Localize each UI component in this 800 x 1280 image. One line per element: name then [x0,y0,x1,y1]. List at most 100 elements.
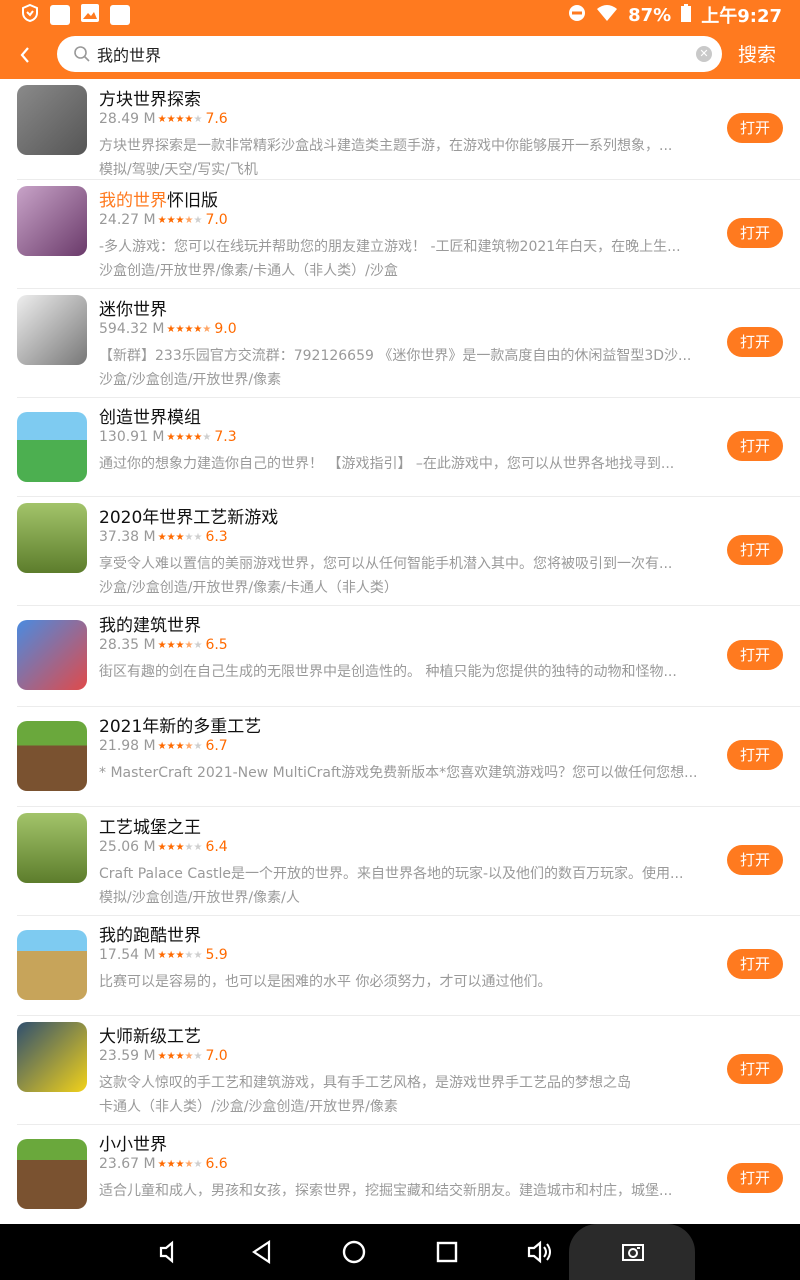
app-description: 这款令人惊叹的手工艺和建筑游戏，具有手工艺风格，是游戏世界手工艺品的梦想之岛 [99,1075,631,1091]
app-icon[interactable] [17,412,87,482]
app-list-item[interactable]: 小小世界 23.67 M ★★★★★ 6.6 适合儿童和成人，男孩和女孩，探索世界，挖掘… [0,1125,800,1235]
app-size: 594.32 M [99,321,165,337]
rating-stars: ★★★★★ [158,741,203,752]
system-nav-bar [0,1224,800,1280]
app-name[interactable]: 方块世界探索 [99,85,201,110]
app-name[interactable]: 2020年世界工艺新游戏 [99,503,278,528]
app-name-text: 小小世界 [99,1135,167,1155]
open-button[interactable]: 打开 [727,640,783,670]
app-tags: 模拟/驾驶/天空/写实/飞机 [99,162,258,178]
app-meta: 23.59 M ★★★★★ 7.0 [99,1048,228,1064]
open-button[interactable]: 打开 [727,218,783,248]
back-nav-icon[interactable] [248,1238,276,1266]
app-description: -多人游戏：您可以在线玩并帮助您的朋友建立游戏！ -工匠和建筑物2021年白天，… [99,239,681,255]
open-button[interactable]: 打开 [727,431,783,461]
app-list-item[interactable]: 2020年世界工艺新游戏 37.38 M ★★★★★ 6.3 享受令人难以置信的美丽游戏… [0,497,800,606]
app-tags: 卡通人（非人类）/沙盒/沙盒创造/开放世界/像素 [99,1099,398,1115]
app-icon[interactable] [17,620,87,690]
rating-stars: ★★★★★ [158,114,203,125]
star-icon: ★ [166,113,176,125]
search-header: ✕ 搜索 [0,30,800,79]
search-input[interactable] [97,44,677,64]
app-list-item[interactable]: 我的跑酷世界 17.54 M ★★★★★ 5.9 比赛可以是容易的，也可以是困难的水平 … [0,916,800,1016]
app-meta: 37.38 M ★★★★★ 6.3 [99,529,228,545]
app-list-item[interactable]: 创造世界模组 130.91 M ★★★★★ 7.3 通过你的想象力建造你自己的世界！ 【… [0,398,800,497]
star-icon: ★ [202,323,212,335]
app-list-item[interactable]: 我的建筑世界 28.35 M ★★★★★ 6.5 街区有趣的剑在自己生成的无限世界中是创… [0,606,800,707]
app-name[interactable]: 我的建筑世界 [99,611,201,636]
app-name[interactable]: 我的跑酷世界 [99,921,201,946]
star-icon: ★ [193,1050,203,1062]
app-size: 23.67 M [99,1156,156,1172]
app-size: 17.54 M [99,947,156,963]
shield-icon [20,3,40,27]
star-icon: ★ [193,841,203,853]
image-notification-icon [80,3,100,27]
search-button[interactable]: 搜索 [738,40,776,67]
app-name-text: 方块世界探索 [99,90,201,110]
app-meta: 21.98 M ★★★★★ 6.7 [99,738,228,754]
star-icon: ★ [166,740,176,752]
app-icon[interactable] [17,813,87,883]
rating-stars: ★★★★★ [158,1159,203,1170]
volume-up-icon[interactable] [526,1238,554,1266]
open-button[interactable]: 打开 [727,535,783,565]
app-icon[interactable] [17,503,87,573]
app-list-item[interactable]: 大师新级工艺 23.59 M ★★★★★ 7.0 这款令人惊叹的手工艺和建筑游戏，具有手… [0,1016,800,1125]
app-icon[interactable] [17,186,87,256]
app-name[interactable]: 2021年新的多重工艺 [99,712,261,737]
app-icon[interactable] [17,1022,87,1092]
rating-score: 6.3 [205,529,228,545]
recents-nav-icon[interactable] [433,1238,461,1266]
app-icon[interactable] [17,721,87,791]
app-icon[interactable] [17,930,87,1000]
app-name-text: 大师新级工艺 [99,1027,201,1047]
open-button[interactable]: 打开 [727,949,783,979]
app-size: 28.35 M [99,637,156,653]
clear-search-icon[interactable]: ✕ [696,46,712,62]
clock: 上午9:27 [701,6,782,27]
app-size: 130.91 M [99,429,165,445]
app-icon[interactable] [17,1139,87,1209]
status-bar: 87% 上午9:27 [0,0,800,30]
app-meta: 25.06 M ★★★★★ 6.4 [99,839,228,855]
app-name[interactable]: 小小世界 [99,1130,167,1155]
app-meta: 28.49 M ★★★★★ 7.6 [99,111,228,127]
volume-down-icon[interactable] [156,1238,184,1266]
app-size: 37.38 M [99,529,156,545]
app-name[interactable]: 迷你世界 [99,295,167,320]
app-name-text: 我的跑酷世界 [99,926,201,946]
star-icon: ★ [157,841,167,853]
home-nav-icon[interactable] [340,1238,368,1266]
app-list-item[interactable]: 工艺城堡之王 25.06 M ★★★★★ 6.4 Craft Palace Castle… [0,807,800,916]
status-notifications [20,3,130,27]
open-button[interactable]: 打开 [727,1163,783,1193]
star-icon: ★ [166,841,176,853]
app-list-item[interactable]: 2021年新的多重工艺 21.98 M ★★★★★ 6.7 * MasterCraft … [0,707,800,807]
open-button[interactable]: 打开 [727,1054,783,1084]
app-list-item[interactable]: 迷你世界 594.32 M ★★★★★ 9.0 【新群】233乐园官方交流群：79212… [0,289,800,398]
open-button[interactable]: 打开 [727,327,783,357]
app-description: 比赛可以是容易的，也可以是困难的水平 你必须努力，才可以通过他们。 [99,974,552,990]
screenshot-icon[interactable] [619,1238,647,1266]
star-icon: ★ [157,531,167,543]
star-icon: ★ [193,949,203,961]
rating-score: 5.9 [205,947,228,963]
app-name-text: 创造世界模组 [99,408,201,428]
app-description: 【新群】233乐园官方交流群：792126659 《迷你世界》是一款高度自由的休… [99,348,692,364]
app-list-item[interactable]: 方块世界探索 28.49 M ★★★★★ 7.6 方块世界探索是一款非常精彩沙盒战斗建造… [0,79,800,180]
rating-score: 9.0 [214,321,237,337]
app-list-item[interactable]: 我的世界怀旧版 24.27 M ★★★★★ 7.0 -多人游戏：您可以在线玩并帮助您的朋… [0,180,800,289]
app-icon[interactable] [17,295,87,365]
back-button[interactable] [0,30,50,79]
search-box[interactable]: ✕ [57,36,722,72]
open-button[interactable]: 打开 [727,740,783,770]
star-icon: ★ [157,113,167,125]
open-button[interactable]: 打开 [727,113,783,143]
app-name[interactable]: 创造世界模组 [99,403,201,428]
app-name[interactable]: 工艺城堡之王 [99,813,201,838]
open-button[interactable]: 打开 [727,845,783,875]
app-name[interactable]: 我的世界怀旧版 [99,186,218,211]
app-name[interactable]: 大师新级工艺 [99,1022,201,1047]
app-icon[interactable] [17,85,87,155]
